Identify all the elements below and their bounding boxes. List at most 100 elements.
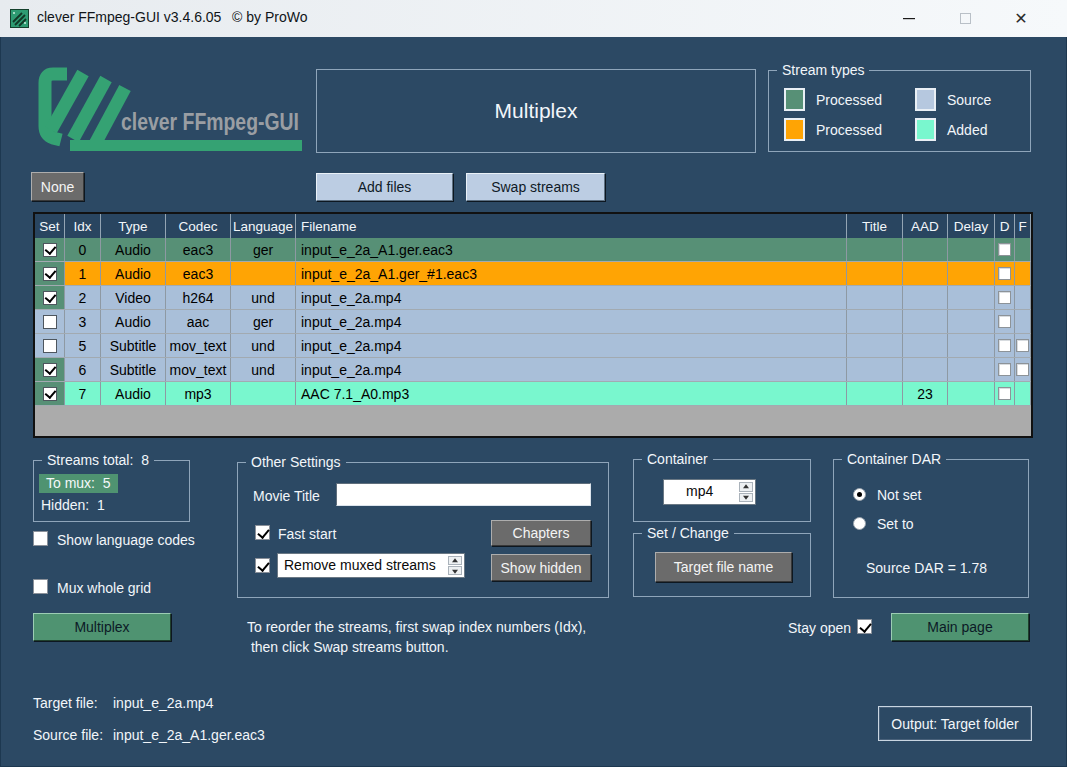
set-to-radio[interactable] (853, 517, 866, 530)
set-checkbox[interactable] (43, 243, 57, 257)
column-header-language[interactable]: Language (231, 214, 296, 238)
f-checkbox[interactable] (1016, 363, 1029, 376)
spinner[interactable] (739, 482, 753, 502)
d-checkbox[interactable] (998, 339, 1011, 352)
grid-header-row: SetIdxTypeCodecLanguageFilenameTitleAADD… (35, 214, 1031, 238)
cell-aad: 23 (903, 382, 948, 405)
set-checkbox[interactable] (43, 363, 57, 377)
movie-title-input[interactable] (336, 483, 591, 506)
cell-aad (903, 310, 948, 333)
spinner[interactable] (448, 556, 462, 575)
stream-row[interactable]: 7Audiomp3AAC 7.1_A0.mp323 (35, 382, 1031, 406)
close-button[interactable]: ✕ (998, 0, 1044, 37)
chapters-button[interactable]: Chapters (491, 520, 591, 546)
main-page-button[interactable]: Main page (891, 613, 1029, 641)
cell-set (35, 286, 65, 309)
stream-row[interactable]: 0Audioeac3gerinput_e_2a_A1.ger.eac3 (35, 238, 1031, 262)
column-header-codec[interactable]: Codec (166, 214, 231, 238)
column-header-filename[interactable]: Filename (296, 214, 847, 238)
cell-language: und (231, 358, 296, 381)
target-file-name-button[interactable]: Target file name (655, 552, 792, 582)
stream-row[interactable]: 5Subtitlemov_textundinput_e_2a.mp4 (35, 334, 1031, 358)
output-target-folder[interactable]: Output: Target folder (878, 706, 1032, 741)
column-header-f[interactable]: F (1015, 214, 1031, 238)
legend-label: Source (947, 92, 991, 108)
output-label: Output: Target folder (891, 716, 1018, 732)
show-language-codes-checkbox[interactable] (33, 531, 48, 546)
remove-muxed-combobox[interactable]: Remove muxed streams (277, 553, 465, 578)
set-checkbox[interactable] (43, 387, 57, 401)
source-dar-label: Source DAR = 1.78 (866, 560, 987, 576)
stream-row[interactable]: 3Audioaacgerinput_e_2a.mp4 (35, 310, 1031, 334)
cell-codec: aac (166, 310, 231, 333)
cell-type: Audio (101, 382, 166, 405)
mux-whole-grid-label: Mux whole grid (57, 580, 151, 596)
other-settings-title: Other Settings (246, 454, 346, 470)
cell-aad (903, 238, 948, 261)
multiplex-button[interactable]: Multiplex (33, 613, 171, 641)
remove-muxed-checkbox[interactable] (255, 558, 270, 573)
streams-total-label: Streams total: 8 (42, 452, 154, 468)
cell-idx: 3 (65, 310, 101, 333)
set-checkbox[interactable] (43, 291, 57, 305)
d-checkbox[interactable] (998, 315, 1011, 328)
set-checkbox[interactable] (43, 339, 57, 353)
cell-language: ger (231, 238, 296, 261)
set-checkbox[interactable] (43, 267, 57, 281)
not-set-radio[interactable] (853, 488, 866, 501)
cell-f (1015, 334, 1031, 357)
set-change-title: Set / Change (642, 525, 734, 541)
d-checkbox[interactable] (998, 243, 1011, 256)
cell-d (995, 262, 1015, 285)
stream-row[interactable]: 6Subtitlemov_textundinput_e_2a.mp4 (35, 358, 1031, 382)
stream-row[interactable]: 1Audioeac3input_e_2a_A1.ger_#1.eac3 (35, 262, 1031, 286)
cell-d (995, 310, 1015, 333)
column-header-delay[interactable]: Delay (948, 214, 995, 238)
f-checkbox[interactable] (1016, 339, 1029, 352)
cell-title (847, 238, 903, 261)
target-file-value: input_e_2a.mp4 (113, 695, 213, 711)
source-file-label: Source file: (33, 727, 103, 743)
container-dar-title: Container DAR (842, 451, 946, 467)
cell-idx: 5 (65, 334, 101, 357)
mux-whole-grid-checkbox[interactable] (33, 579, 48, 594)
swap-streams-button[interactable]: Swap streams (466, 173, 605, 201)
cell-set (35, 382, 65, 405)
fast-start-label: Fast start (278, 526, 336, 542)
column-header-type[interactable]: Type (101, 214, 166, 238)
remove-muxed-value: Remove muxed streams (284, 557, 436, 573)
cell-filename: input_e_2a.mp4 (296, 334, 847, 357)
cell-delay (948, 262, 995, 285)
stay-open-checkbox[interactable] (857, 619, 872, 634)
legend-swatch-processed-orange (784, 118, 805, 141)
cell-set (35, 334, 65, 357)
container-combobox[interactable]: mp4 (663, 479, 756, 505)
d-checkbox[interactable] (998, 267, 1011, 280)
column-header-title[interactable]: Title (847, 214, 903, 238)
maximize-button[interactable] (942, 0, 988, 37)
d-checkbox[interactable] (998, 291, 1011, 304)
column-header-d[interactable]: D (995, 214, 1015, 238)
page-title: Multiplex (495, 99, 578, 123)
add-files-button[interactable]: Add files (316, 173, 453, 201)
show-hidden-button[interactable]: Show hidden (491, 554, 591, 581)
column-header-idx[interactable]: Idx (65, 214, 101, 238)
d-checkbox[interactable] (998, 387, 1011, 400)
cell-delay (948, 310, 995, 333)
minimize-button[interactable] (886, 0, 932, 37)
column-header-aad[interactable]: AAD (903, 214, 948, 238)
stream-row[interactable]: 2Videoh264undinput_e_2a.mp4 (35, 286, 1031, 310)
not-set-label: Not set (877, 487, 921, 503)
cell-set (35, 238, 65, 261)
none-button[interactable]: None (31, 172, 84, 201)
d-checkbox[interactable] (998, 363, 1011, 376)
set-checkbox[interactable] (43, 315, 57, 329)
cell-d (995, 358, 1015, 381)
window-copyright: © by ProWo (232, 9, 307, 25)
column-header-set[interactable]: Set (35, 214, 65, 238)
legend-label: Processed (816, 92, 882, 108)
cell-idx: 2 (65, 286, 101, 309)
fast-start-checkbox[interactable] (255, 525, 270, 540)
hidden-count-label: Hidden: 1 (41, 497, 105, 513)
cell-set (35, 358, 65, 381)
